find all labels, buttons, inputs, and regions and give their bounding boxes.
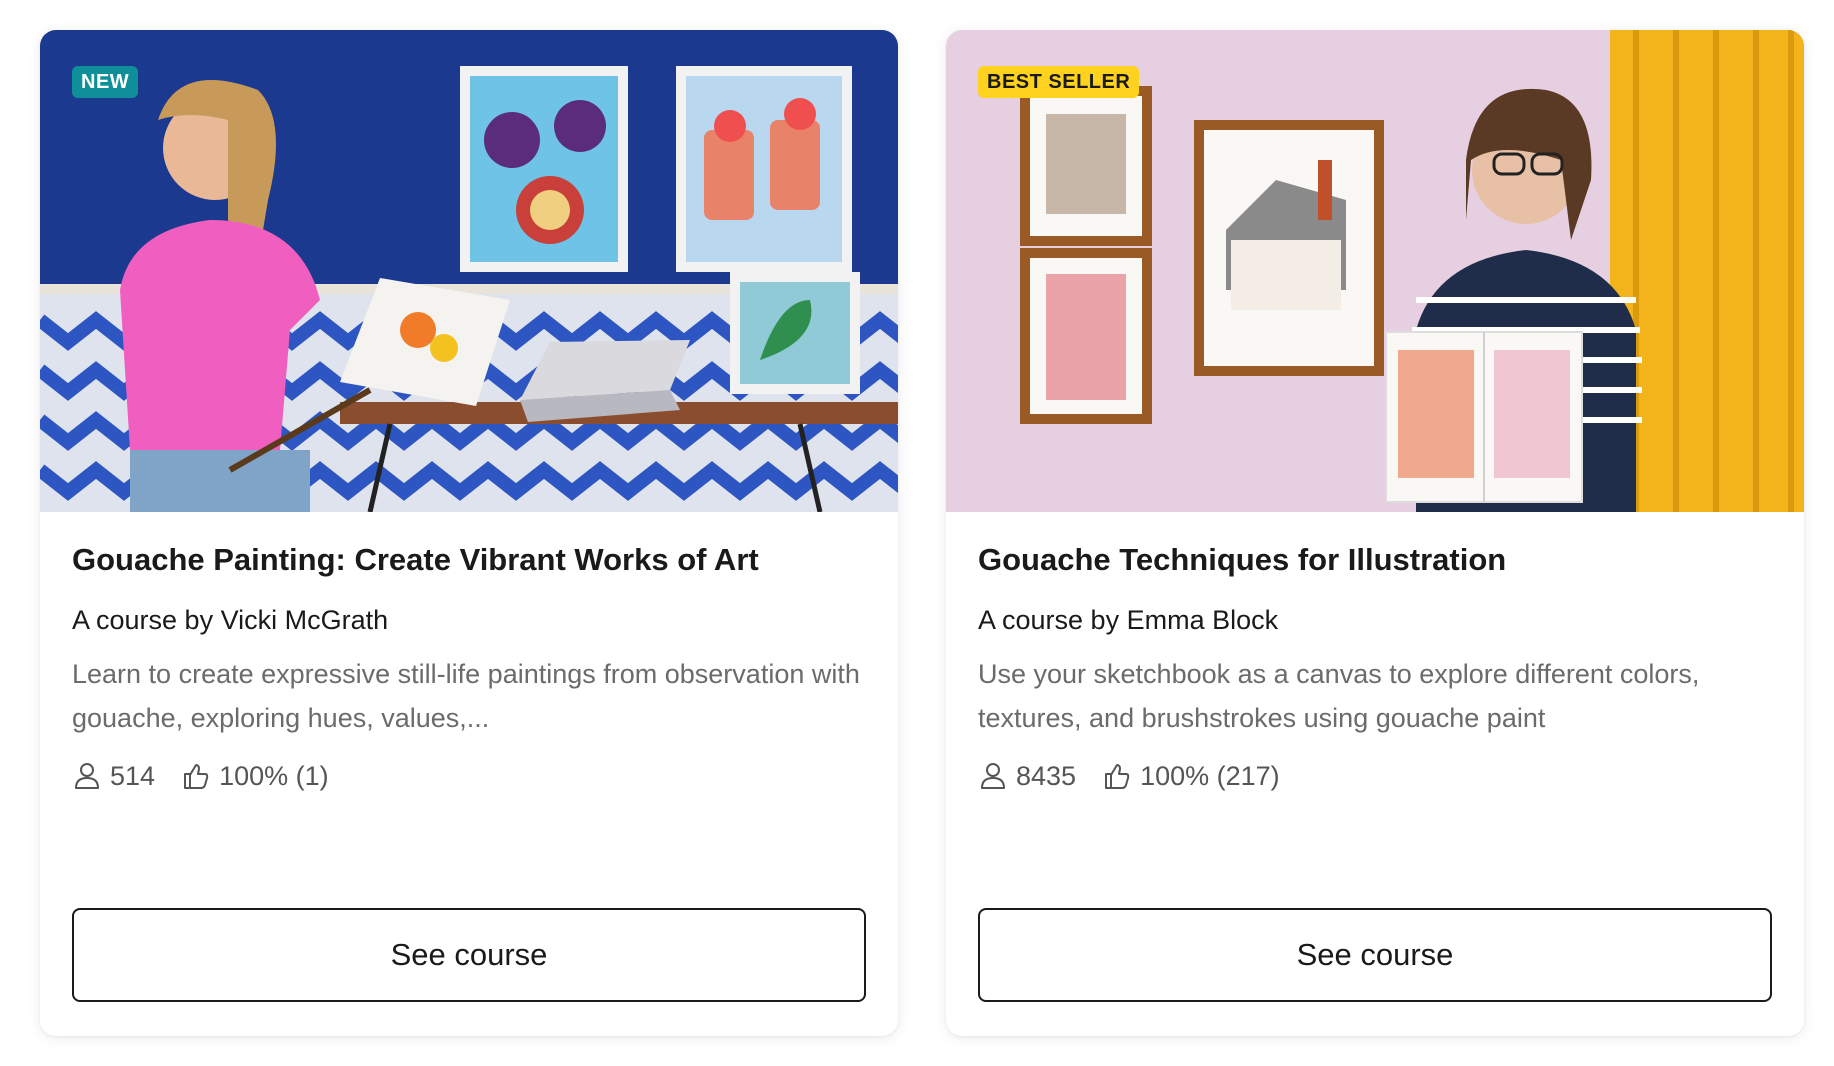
course-thumbnail-image <box>40 30 898 512</box>
course-stats: 514 100% (1) <box>72 756 866 796</box>
badge-new: NEW <box>72 66 139 98</box>
course-card-list: NEW Gouache Painting: Create Vibrant Wor… <box>40 30 1806 1036</box>
course-card-body: Gouache Painting: Create Vibrant Works o… <box>40 540 898 796</box>
rating-value: 100% (217) <box>1140 760 1280 791</box>
students-count: 8435 <box>1016 760 1077 791</box>
see-course-button[interactable]: See course <box>978 908 1772 1002</box>
students-stat: 514 <box>72 761 155 792</box>
rating-value: 100% (1) <box>219 760 329 791</box>
students-stat: 8435 <box>978 761 1076 792</box>
students-count: 514 <box>110 760 156 791</box>
course-author: A course by Emma Block <box>978 605 1279 635</box>
course-author: A course by Vicki McGrath <box>72 605 389 635</box>
person-icon <box>75 763 99 789</box>
course-thumbnail[interactable]: BEST SELLER <box>946 30 1804 512</box>
person-icon <box>981 763 1005 789</box>
course-card-body: Gouache Techniques for Illustration A co… <box>946 540 1804 796</box>
course-title[interactable]: Gouache Painting: Create Vibrant Works o… <box>72 540 866 580</box>
course-stats: 8435 100% (217) <box>978 756 1772 796</box>
course-thumbnail-image <box>946 30 1804 512</box>
thumbs-up-icon <box>1105 764 1130 789</box>
course-thumbnail[interactable]: NEW <box>40 30 898 512</box>
course-description: Learn to create expressive still-life pa… <box>72 659 860 733</box>
course-card[interactable]: BEST SELLER Gouache Techniques for Illus… <box>946 30 1804 1036</box>
rating-stat: 100% (1) <box>181 761 329 792</box>
course-description: Use your sketchbook as a canvas to explo… <box>978 659 1700 733</box>
rating-stat: 100% (217) <box>1102 761 1280 792</box>
thumbs-up-icon <box>184 764 209 789</box>
course-title[interactable]: Gouache Techniques for Illustration <box>978 540 1772 580</box>
see-course-button[interactable]: See course <box>72 908 866 1002</box>
course-card[interactable]: NEW Gouache Painting: Create Vibrant Wor… <box>40 30 898 1036</box>
badge-best-seller: BEST SELLER <box>978 66 1140 98</box>
